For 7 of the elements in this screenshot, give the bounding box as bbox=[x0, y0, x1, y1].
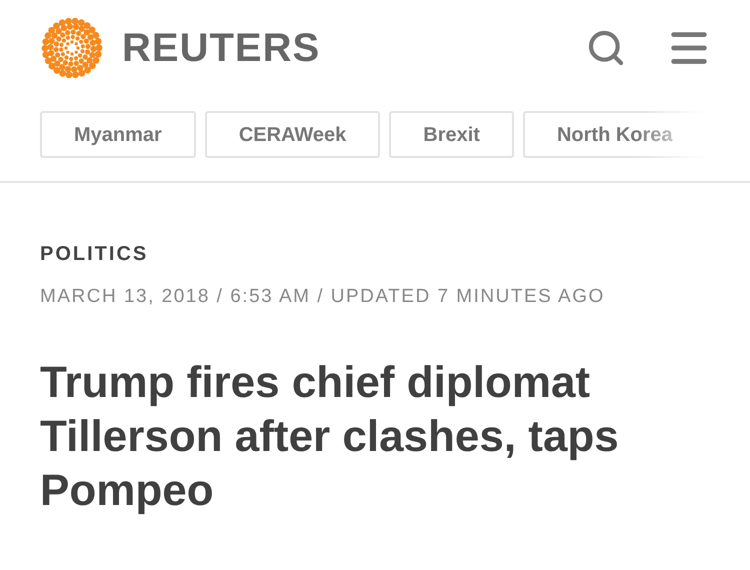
brand-name[interactable]: REUTERS bbox=[122, 18, 320, 78]
topic-chip[interactable]: Brexit bbox=[389, 111, 514, 158]
dateline: MARCH 13, 2018 / 6:53 AM / UPDATED 7 MINUTES AGO bbox=[40, 285, 606, 309]
topic-chip[interactable]: CERAWeek bbox=[204, 111, 380, 158]
headline: Trump fires chief diplomat Tillerson after clashes, taps Pompeo bbox=[40, 356, 620, 516]
topic-chip[interactable]: Myanmar bbox=[40, 111, 196, 158]
section-label[interactable]: POLITICS bbox=[40, 239, 710, 269]
